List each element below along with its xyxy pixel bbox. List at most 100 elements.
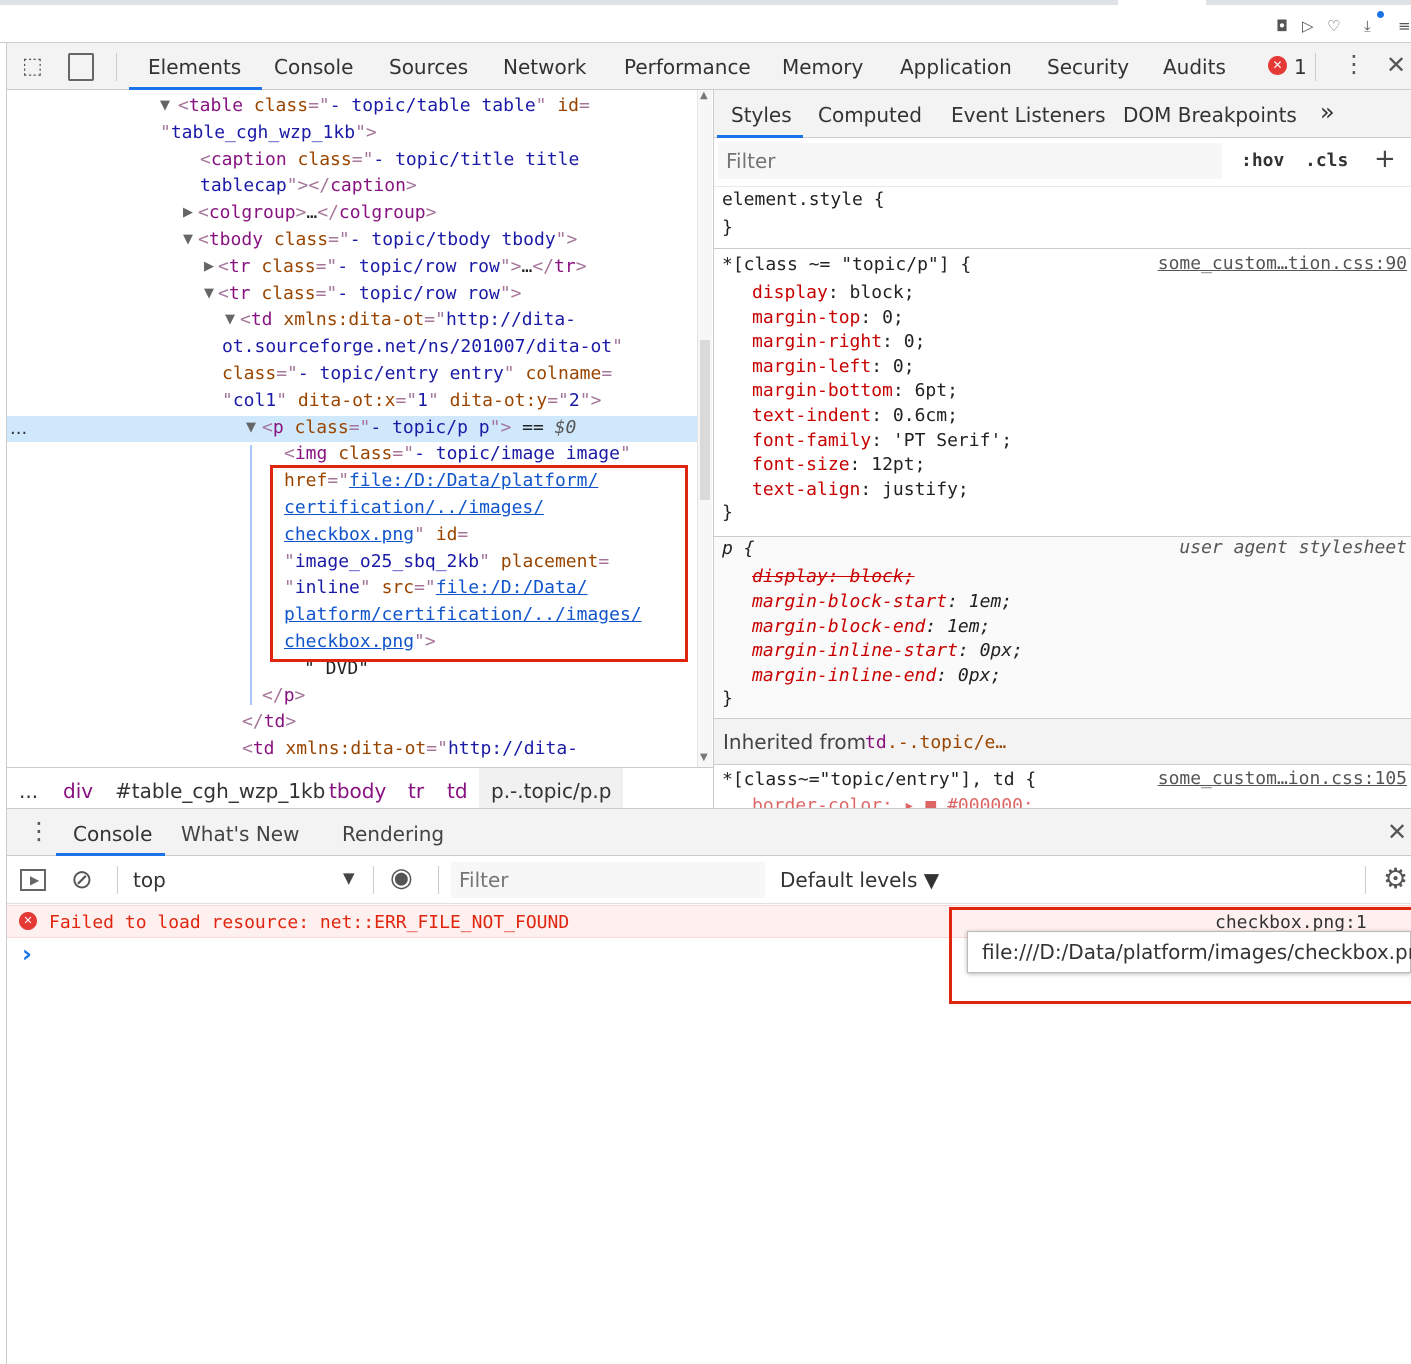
- property-name[interactable]: display: [752, 282, 828, 303]
- close-drawer-icon[interactable]: ✕: [1387, 818, 1407, 846]
- tab-security[interactable]: Security: [1047, 55, 1129, 79]
- dom-node-line[interactable]: <td xmlns:dita-ot="http://dita-: [240, 306, 576, 333]
- dom-node-line[interactable]: <table class="- topic/table table" id=: [178, 92, 590, 119]
- tab-elements[interactable]: Elements: [148, 55, 241, 79]
- tab-sources[interactable]: Sources: [389, 55, 468, 79]
- tab-event-listeners[interactable]: Event Listeners: [951, 103, 1106, 127]
- property-name[interactable]: margin-block-end: [752, 616, 925, 637]
- tab-network[interactable]: Network: [503, 55, 587, 79]
- close-devtools-icon[interactable]: ✕: [1386, 51, 1406, 79]
- property-value[interactable]: 12pt: [871, 454, 914, 475]
- more-options-icon[interactable]: ⋮: [1342, 50, 1366, 78]
- rule1-source-link[interactable]: some_custom…tion.css:90: [1158, 253, 1407, 274]
- collapse-triangle-icon[interactable]: ▼: [204, 280, 214, 307]
- breadcrumb-table[interactable]: #table_cgh_wzp_1kb: [115, 779, 325, 803]
- heart-icon[interactable]: ♡: [1327, 17, 1340, 35]
- dom-node-line[interactable]: </p>: [262, 682, 305, 709]
- css-property[interactable]: text-align: justify;: [752, 478, 969, 502]
- gear-icon[interactable]: ⚙: [1383, 862, 1408, 895]
- dom-tree-scrollbar[interactable]: ▲ ▼: [697, 90, 712, 767]
- dom-node-selected[interactable]: <p class="- topic/p p"> == $0: [262, 414, 576, 441]
- clear-console-icon[interactable]: ⊘: [71, 865, 93, 895]
- collapse-triangle-icon[interactable]: ▼: [246, 414, 256, 441]
- property-value[interactable]: 0: [904, 331, 915, 352]
- drawer-tab-console[interactable]: Console: [73, 822, 152, 846]
- breadcrumb-td[interactable]: td: [447, 779, 468, 803]
- breadcrumb-tr[interactable]: tr: [408, 779, 424, 803]
- context-selector[interactable]: top: [133, 868, 166, 892]
- property-value[interactable]: justify: [882, 479, 958, 500]
- css-property[interactable]: margin-right: 0;: [752, 330, 925, 354]
- tab-memory[interactable]: Memory: [782, 55, 863, 79]
- inherited-tag[interactable]: td: [865, 732, 887, 753]
- css-property[interactable]: font-size: 12pt;: [752, 453, 925, 477]
- property-value[interactable]: 1em: [947, 616, 980, 637]
- camera-icon[interactable]: ◘: [1276, 17, 1288, 35]
- download-icon[interactable]: ⤓: [1364, 17, 1371, 35]
- dom-node-line[interactable]: <img class="- topic/image image": [284, 440, 631, 467]
- property-name[interactable]: margin-bottom: [752, 380, 893, 401]
- dom-node-line[interactable]: </td>: [242, 708, 296, 735]
- drawer-tab-whats-new[interactable]: What's New: [181, 822, 299, 846]
- css-property[interactable]: text-indent: 0.6cm;: [752, 404, 958, 428]
- css-property[interactable]: margin-left: 0;: [752, 355, 915, 379]
- property-name[interactable]: text-indent: [752, 405, 871, 426]
- dom-node-line[interactable]: <caption class="- topic/title title: [200, 146, 579, 173]
- property-name[interactable]: margin-inline-end: [752, 665, 936, 686]
- eye-icon[interactable]: ◉: [390, 863, 413, 893]
- tab-styles[interactable]: Styles: [731, 103, 792, 127]
- css-property[interactable]: display: block;: [752, 281, 915, 305]
- property-value[interactable]: 0.6cm: [893, 405, 947, 426]
- breadcrumb-div[interactable]: div: [63, 779, 93, 803]
- property-value[interactable]: block: [850, 282, 904, 303]
- dom-node-line[interactable]: <colgroup>…</colgroup>: [198, 199, 436, 226]
- property-name[interactable]: margin-block-start: [752, 591, 947, 612]
- css-property[interactable]: margin-bottom: 6pt;: [752, 379, 958, 403]
- css-property[interactable]: margin-block-start: 1em;: [752, 590, 1012, 614]
- send-icon[interactable]: ▷: [1302, 17, 1314, 35]
- property-value[interactable]: 0px: [980, 640, 1013, 661]
- device-toolbar-icon[interactable]: [68, 53, 94, 81]
- rule3-source-link[interactable]: some_custom…ion.css:105: [1158, 768, 1407, 789]
- property-value[interactable]: 'PT Serif': [893, 430, 1001, 451]
- styles-filter-input[interactable]: [718, 143, 1222, 179]
- inspect-element-icon[interactable]: ⬚: [22, 54, 43, 79]
- dom-node-line[interactable]: "table_cgh_wzp_1kb">: [160, 119, 377, 146]
- property-value[interactable]: 0px: [958, 665, 991, 686]
- console-filter-input[interactable]: [451, 862, 765, 898]
- sidebar-toggle-icon[interactable]: ▶: [20, 869, 46, 891]
- drawer-menu-icon[interactable]: ⋮: [27, 817, 51, 845]
- breadcrumb-more[interactable]: ...: [19, 779, 38, 803]
- drawer-tab-rendering[interactable]: Rendering: [342, 822, 444, 846]
- css-property[interactable]: font-family: 'PT Serif';: [752, 429, 1012, 453]
- property-value[interactable]: 1em: [969, 591, 1002, 612]
- css-property[interactable]: margin-top: 0;: [752, 306, 904, 330]
- dom-node-line[interactable]: ot.sourceforge.net/ns/201007/dita-ot": [222, 333, 623, 360]
- dom-node-line[interactable]: class="- topic/entry entry" colname=: [222, 360, 612, 387]
- tab-console[interactable]: Console: [274, 55, 353, 79]
- expand-triangle-icon[interactable]: ▶: [204, 253, 214, 280]
- property-name[interactable]: margin-right: [752, 331, 882, 352]
- new-rule-button[interactable]: +: [1374, 144, 1396, 174]
- property-name[interactable]: text-align: [752, 479, 860, 500]
- property-value[interactable]: 0: [893, 356, 904, 377]
- more-tabs-icon[interactable]: »: [1320, 98, 1335, 126]
- inherited-class[interactable]: .-.topic/e…: [887, 732, 1006, 753]
- tab-dom-breakpoints[interactable]: DOM Breakpoints: [1123, 103, 1297, 127]
- breadcrumb-tbody[interactable]: tbody: [329, 779, 386, 803]
- css-property[interactable]: margin-inline-end: 0px;: [752, 664, 1001, 688]
- property-name[interactable]: margin-left: [752, 356, 871, 377]
- log-levels-dropdown[interactable]: Default levels ▼: [780, 868, 939, 892]
- tab-performance[interactable]: Performance: [624, 55, 751, 79]
- tab-application[interactable]: Application: [900, 55, 1012, 79]
- dom-node-line[interactable]: <tr class="- topic/row row">…</tr>: [218, 253, 587, 280]
- error-icon[interactable]: ✕: [1268, 56, 1287, 75]
- property-name[interactable]: font-size: [752, 454, 850, 475]
- console-prompt-icon[interactable]: ›: [22, 940, 32, 968]
- hov-toggle[interactable]: :hov: [1241, 150, 1284, 171]
- property-name[interactable]: margin-inline-start: [752, 640, 958, 661]
- property-value[interactable]: 6pt: [915, 380, 948, 401]
- collapse-triangle-icon[interactable]: ▼: [183, 226, 193, 253]
- dom-node-line[interactable]: "col1" dita-ot:x="1" dita-ot:y="2">: [222, 387, 601, 414]
- property-name[interactable]: margin-top: [752, 307, 860, 328]
